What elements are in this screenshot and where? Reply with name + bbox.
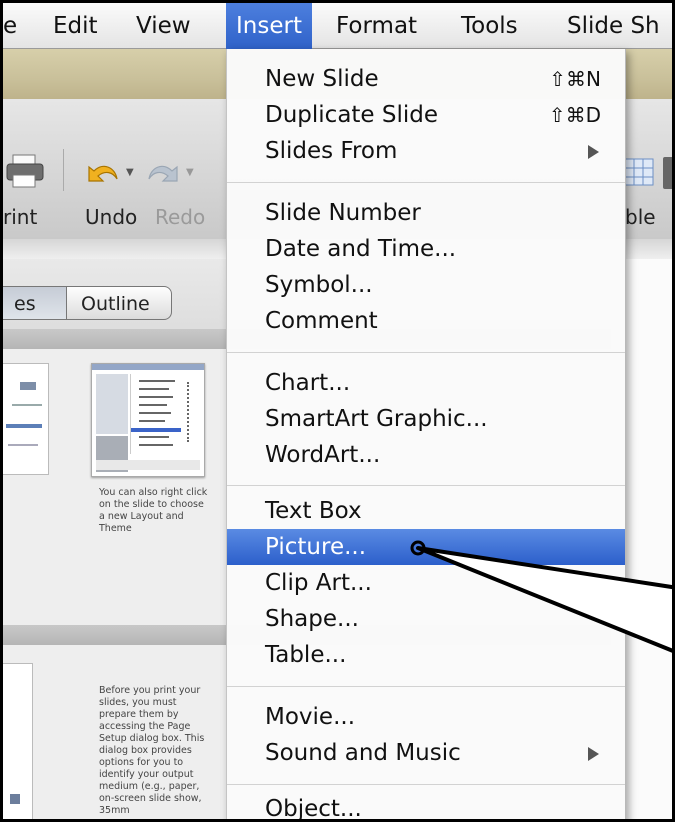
- menu-item-table[interactable]: Table...: [227, 637, 625, 673]
- menu-item-picture[interactable]: Picture...: [227, 529, 625, 565]
- tab-outline[interactable]: Outline: [66, 286, 172, 320]
- menu-item-label: New Slide: [265, 66, 379, 92]
- tab-slides-label: es: [14, 293, 36, 315]
- menu-item-label: Clip Art...: [265, 570, 372, 596]
- menu-item-symbol[interactable]: Symbol...: [227, 267, 625, 303]
- menu-item-text-box[interactable]: Text Box: [227, 493, 625, 529]
- insert-menu: New Slide ⇧⌘N Duplicate Slide ⇧⌘D Slides…: [226, 49, 626, 822]
- menu-item-label: Object...: [265, 796, 362, 822]
- menu-item-duplicate-slide[interactable]: Duplicate Slide ⇧⌘D: [227, 97, 625, 133]
- toolbar-divider: [63, 149, 64, 191]
- menu-item-label: Chart...: [265, 370, 351, 396]
- shortcut-label: ⇧⌘N: [549, 67, 601, 91]
- menu-item-label: Comment: [265, 308, 378, 334]
- menu-item-clip-art[interactable]: Clip Art...: [227, 565, 625, 601]
- menu-separator: [227, 686, 625, 687]
- submenu-arrow-icon: [588, 747, 599, 761]
- shortcut-label: ⇧⌘D: [548, 103, 601, 127]
- tab-slides[interactable]: es: [3, 286, 67, 320]
- submenu-arrow-icon: [588, 145, 599, 159]
- menu-slide-show[interactable]: Slide Sh: [567, 3, 660, 49]
- slide-thumbnail-left[interactable]: [3, 363, 49, 475]
- menu-edit[interactable]: Edit: [53, 3, 98, 49]
- menu-insert[interactable]: Insert: [226, 3, 312, 49]
- menu-item-slides-from[interactable]: Slides From: [227, 133, 625, 169]
- screenshot-frame: e Edit View Insert Format Tools Slide Sh…: [0, 0, 675, 822]
- menu-item-label: SmartArt Graphic...: [265, 406, 488, 432]
- menu-item-new-slide[interactable]: New Slide ⇧⌘N: [227, 61, 625, 97]
- slide-note-caption: You can also right click on the slide to…: [99, 487, 208, 534]
- menu-item-label: Slides From: [265, 138, 398, 164]
- menu-view[interactable]: View: [136, 3, 191, 49]
- menu-format[interactable]: Format: [336, 3, 417, 49]
- slide-thumbnail-left-lower[interactable]: [3, 663, 33, 819]
- menu-item-label: Sound and Music: [265, 740, 461, 766]
- table-icon[interactable]: [623, 157, 655, 187]
- menu-separator: [227, 485, 625, 486]
- menu-item-label: Movie...: [265, 704, 356, 730]
- menu-item-label: Table...: [265, 642, 347, 668]
- menu-item-label: Picture...: [265, 534, 367, 560]
- menu-item-object[interactable]: Object...: [227, 791, 625, 822]
- undo-dropdown-icon[interactable]: ▼: [126, 167, 134, 178]
- toolbar-next-icon[interactable]: [663, 157, 672, 189]
- menu-bar: e Edit View Insert Format Tools Slide Sh: [3, 3, 672, 49]
- table-label[interactable]: ble: [625, 205, 656, 229]
- menu-item-date-time[interactable]: Date and Time...: [227, 231, 625, 267]
- menu-item-label: Slide Number: [265, 200, 421, 226]
- menu-item-comment[interactable]: Comment: [227, 303, 625, 339]
- menu-separator: [227, 182, 625, 183]
- menu-item-label: Duplicate Slide: [265, 102, 439, 128]
- redo-icon: [143, 157, 183, 189]
- redo-label: Redo: [155, 205, 206, 229]
- menu-separator: [227, 352, 625, 353]
- slide-thumbnail[interactable]: [91, 363, 205, 477]
- menu-item-wordart[interactable]: WordArt...: [227, 437, 625, 473]
- menu-tools[interactable]: Tools: [461, 3, 518, 49]
- menu-item-label: Text Box: [265, 498, 362, 524]
- undo-label[interactable]: Undo: [85, 205, 137, 229]
- menu-separator: [227, 784, 625, 785]
- printer-icon[interactable]: [5, 153, 45, 189]
- menu-item-label: Symbol...: [265, 272, 373, 298]
- slide-note-caption-2: Before you print your slides, you must p…: [99, 685, 205, 816]
- print-label[interactable]: rint: [3, 205, 37, 229]
- tab-outline-label: Outline: [81, 293, 150, 315]
- menu-item-shape[interactable]: Shape...: [227, 601, 625, 637]
- menu-item-chart[interactable]: Chart...: [227, 365, 625, 401]
- menu-item-label: WordArt...: [265, 442, 381, 468]
- menu-item-label: Shape...: [265, 606, 359, 632]
- menu-item-slide-number[interactable]: Slide Number: [227, 195, 625, 231]
- menu-item-smartart[interactable]: SmartArt Graphic...: [227, 401, 625, 437]
- redo-dropdown-icon: ▼: [186, 167, 194, 178]
- menu-file[interactable]: e: [3, 3, 17, 49]
- undo-icon[interactable]: [83, 157, 123, 189]
- menu-item-label: Date and Time...: [265, 236, 457, 262]
- menu-item-movie[interactable]: Movie...: [227, 699, 625, 735]
- menu-item-sound-music[interactable]: Sound and Music: [227, 735, 625, 771]
